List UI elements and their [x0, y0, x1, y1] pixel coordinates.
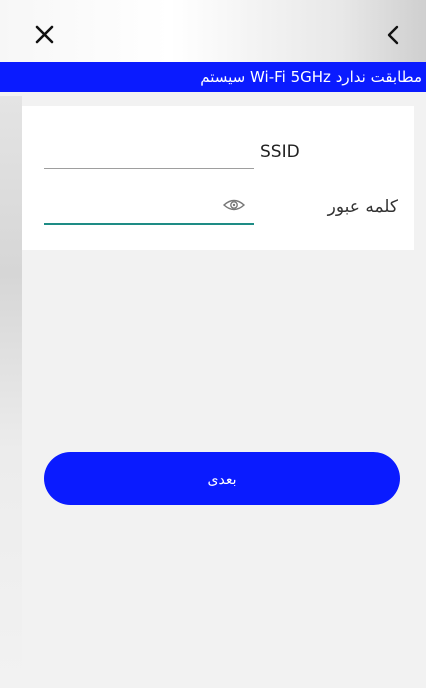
next-button[interactable]: بعدی — [44, 452, 400, 505]
ssid-label: SSID — [260, 142, 300, 162]
incompatibility-banner: سیستم Wi-Fi 5GHz مطابقت ندارد — [0, 62, 426, 92]
show-password-button[interactable] — [222, 196, 246, 214]
close-icon — [35, 25, 54, 44]
close-button[interactable] — [30, 20, 60, 50]
ssid-input[interactable] — [44, 168, 254, 169]
password-input[interactable] — [44, 223, 254, 225]
top-bar — [0, 18, 426, 56]
wifi-form-card: SSID کلمه عبور — [22, 106, 414, 250]
back-button[interactable] — [378, 20, 408, 50]
password-label: کلمه عبور — [327, 197, 398, 217]
eye-icon — [222, 199, 246, 211]
background-photo-left — [0, 96, 22, 688]
chevron-left-icon — [387, 25, 399, 45]
